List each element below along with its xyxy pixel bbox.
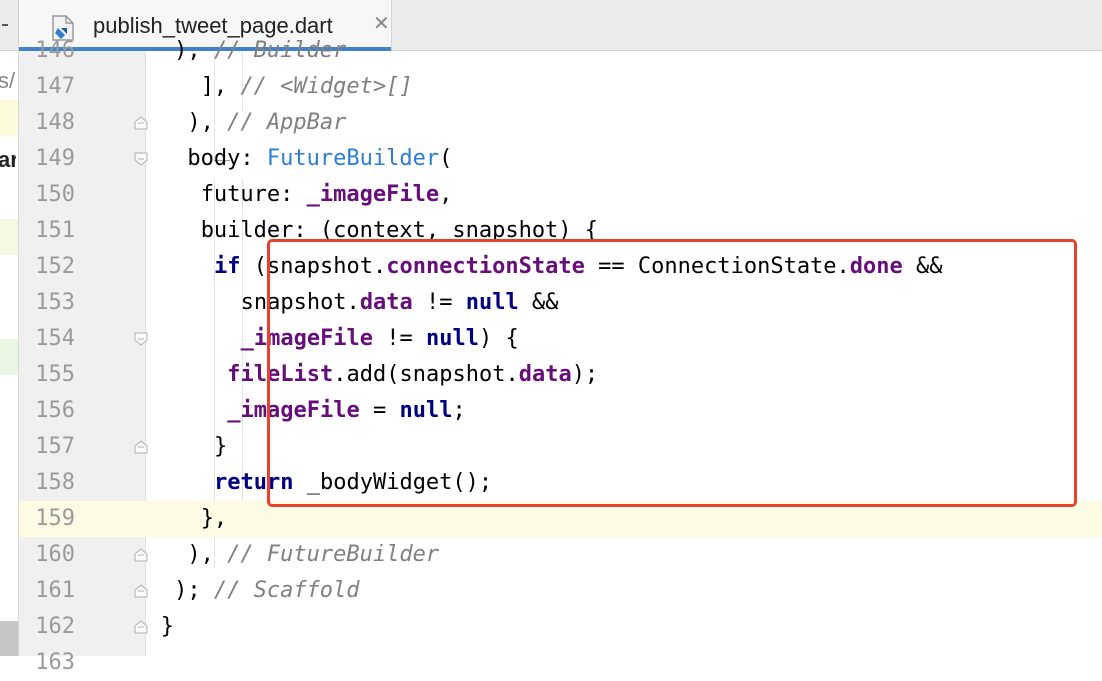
line-number: 149 — [35, 146, 75, 171]
line-number: 156 — [35, 398, 75, 423]
code-token: ), — [187, 542, 228, 567]
pane-row-highlight — [0, 339, 18, 375]
line-number: 153 — [35, 290, 75, 315]
line-number: 158 — [35, 470, 75, 495]
code-token: // Builder — [213, 38, 347, 63]
code-text: }, — [201, 501, 228, 537]
code-token: if — [214, 254, 241, 279]
code-text: ); // Scaffold — [174, 573, 359, 609]
code-text: ), // Builder — [174, 33, 346, 69]
code-token: FutureBuilder — [266, 146, 440, 171]
code-text: future: _imageFile, — [201, 177, 453, 213]
code-token: ), — [174, 38, 214, 63]
highlight-annotation-box — [267, 239, 1077, 507]
code-line[interactable]: 163 — [19, 645, 1102, 681]
fold-end-icon[interactable] — [134, 440, 148, 454]
line-number: 155 — [35, 362, 75, 387]
code-line[interactable]: 150 future: _imageFile, — [19, 177, 1102, 213]
code-text: body: FutureBuilder( — [187, 141, 452, 177]
minus-icon — [2, 24, 8, 26]
line-number: 152 — [35, 254, 75, 279]
code-token: ), — [187, 110, 228, 135]
code-token: } — [214, 434, 228, 459]
line-number: 154 — [35, 326, 75, 351]
code-token: ( — [439, 146, 453, 171]
project-pane-edge[interactable]: s/ ar — [0, 51, 19, 656]
code-text: } — [214, 429, 227, 465]
line-number: 157 — [35, 434, 75, 459]
fold-end-icon[interactable] — [134, 584, 148, 598]
line-number: 146 — [35, 38, 75, 63]
code-token: // AppBar — [227, 110, 347, 135]
code-token: // <Widget>[] — [240, 74, 413, 99]
code-token: future: — [200, 182, 307, 207]
code-line[interactable]: 149 body: FutureBuilder( — [19, 141, 1102, 177]
code-line[interactable]: 147], // <Widget>[] — [19, 69, 1102, 105]
fold-end-icon[interactable] — [134, 548, 148, 562]
code-token: _imageFile — [306, 182, 440, 207]
line-number: 151 — [35, 218, 75, 243]
code-token: ); — [174, 578, 214, 603]
code-token: // Scaffold — [213, 578, 360, 603]
code-text: } — [161, 609, 174, 645]
code-line[interactable]: 160), // FutureBuilder — [19, 537, 1102, 573]
code-line[interactable]: 146), // Builder — [19, 33, 1102, 69]
line-number: 160 — [35, 542, 75, 567]
fold-collapse-icon[interactable] — [134, 152, 148, 166]
line-number: 148 — [35, 110, 75, 135]
code-token: , — [439, 182, 453, 207]
line-number: 161 — [35, 578, 75, 603]
line-number: 150 — [35, 182, 75, 207]
pane-text-fragment: ar — [0, 147, 16, 173]
pane-text-fragment: s/ — [0, 68, 16, 93]
code-line[interactable]: 162} — [19, 609, 1102, 645]
code-line[interactable]: 148), // AppBar — [19, 105, 1102, 141]
code-text: ], // <Widget>[] — [201, 69, 413, 105]
code-token: } — [160, 614, 175, 639]
code-text: ), // FutureBuilder — [187, 537, 439, 573]
line-number: 159 — [35, 506, 75, 531]
code-token: }, — [200, 506, 228, 531]
fold-end-icon[interactable] — [134, 620, 148, 634]
code-text: ), // AppBar — [187, 105, 346, 141]
line-number: 163 — [35, 650, 75, 675]
fold-end-icon[interactable] — [134, 116, 148, 130]
tool-window-strip[interactable] — [0, 0, 19, 50]
line-number: 147 — [35, 74, 75, 99]
pane-scrollbar[interactable] — [0, 621, 18, 656]
code-token: ], — [200, 74, 241, 99]
code-line[interactable]: 161); // Scaffold — [19, 573, 1102, 609]
code-token: body: — [187, 146, 267, 171]
code-token: // FutureBuilder — [227, 542, 440, 567]
close-icon[interactable]: ✕ — [373, 11, 390, 35]
fold-collapse-icon[interactable] — [134, 332, 148, 346]
pane-row-highlight — [0, 219, 18, 255]
line-number: 162 — [35, 614, 75, 639]
pane-row-highlight — [0, 100, 18, 136]
